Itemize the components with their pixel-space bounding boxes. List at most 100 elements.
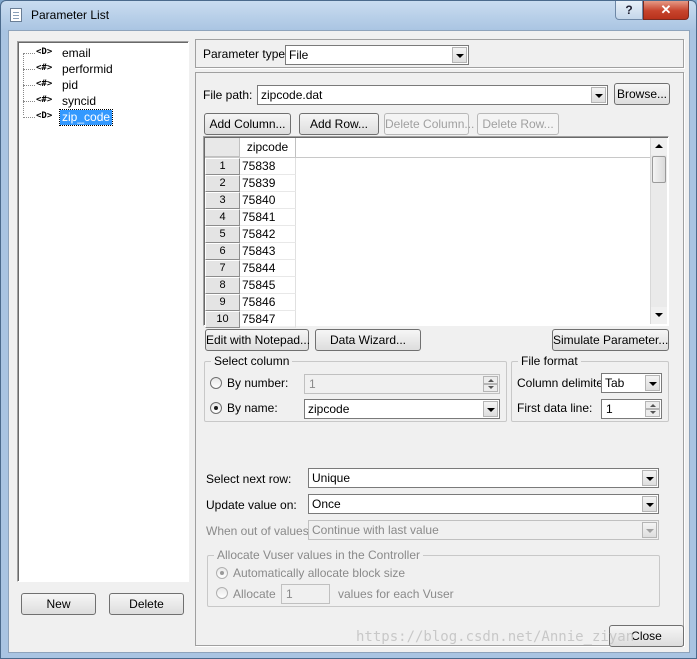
data-grid[interactable]: zipcode 1 75838 2 75839 3 75840 4 75841 5 75842 6 7… (203, 136, 669, 328)
allocate-count-input[interactable]: 1 (281, 584, 330, 604)
browse-button[interactable]: Browse... (614, 83, 670, 105)
row-header[interactable]: 5 (205, 226, 240, 243)
tree-item-label: performid (62, 62, 113, 76)
add-column-button[interactable]: Add Column... (204, 113, 291, 135)
spin-down-icon[interactable] (645, 409, 660, 417)
column-delimiter-label: Column delimiter: (517, 376, 611, 390)
by-number-label: By number: (227, 376, 289, 390)
row-header[interactable]: 4 (205, 209, 240, 226)
table-cell[interactable]: 75843 (240, 243, 296, 260)
add-row-button[interactable]: Add Row... (299, 113, 379, 135)
parameter-type-value: File (289, 48, 309, 62)
parameter-type-icon: <D> (36, 47, 53, 57)
data-wizard-button[interactable]: Data Wizard... (315, 329, 421, 351)
grid-corner[interactable] (205, 138, 240, 157)
tree-connector (23, 53, 35, 54)
select-next-row-select[interactable]: Unique (308, 468, 659, 488)
chevron-down-icon[interactable] (642, 522, 657, 538)
edit-with-notepad-button[interactable]: Edit with Notepad... (205, 329, 310, 351)
update-value-on-select[interactable]: Once (308, 494, 659, 514)
delete-button[interactable]: Delete (109, 593, 184, 615)
spin-up-icon[interactable] (483, 376, 498, 384)
file-path-value: zipcode.dat (261, 88, 323, 102)
row-header[interactable]: 9 (205, 294, 240, 311)
new-button[interactable]: New (21, 593, 96, 615)
delete-column-button[interactable]: Delete Column... (384, 113, 474, 135)
auto-allocate-label: Automatically allocate block size (233, 566, 406, 580)
by-number-radio[interactable] (210, 377, 222, 389)
table-cell[interactable]: 75839 (240, 175, 296, 192)
row-header[interactable]: 10 (205, 311, 240, 328)
parameter-type-select[interactable]: File (285, 45, 469, 65)
when-out-of-values-label: When out of values: (206, 524, 313, 538)
table-cell[interactable]: 75838 (240, 158, 296, 175)
tree-item-label: email (62, 46, 91, 60)
scroll-down-icon[interactable] (651, 307, 667, 324)
column-delimiter-value: Tab (605, 376, 625, 390)
row-header[interactable]: 8 (205, 277, 240, 294)
column-delimiter-select[interactable]: Tab (601, 373, 662, 393)
table-cell[interactable]: 75847 (240, 311, 296, 328)
parameter-type-icon: <#> (36, 63, 53, 73)
auto-allocate-radio[interactable] (216, 567, 228, 579)
dialog-body: <D> email <#> performid <#> pid <#> syncid <D> zi… (8, 30, 690, 653)
scroll-thumb[interactable] (652, 156, 666, 183)
parameter-type-icon: <#> (36, 79, 53, 89)
when-out-of-values-select[interactable]: Continue with last value (308, 520, 659, 540)
chevron-down-icon[interactable] (642, 470, 657, 486)
tree-connector (23, 69, 35, 70)
simulate-parameter-button[interactable]: Simulate Parameter... (552, 329, 669, 351)
allocate-vuser-title: Allocate Vuser values in the Controller (214, 548, 423, 562)
chevron-down-icon[interactable] (645, 375, 660, 391)
by-name-value: zipcode (308, 402, 350, 416)
tree-connector (23, 53, 24, 115)
select-next-row-value: Unique (312, 471, 351, 485)
tree-item-label: zip_code (58, 109, 114, 126)
grid-scrollbar[interactable] (650, 138, 667, 324)
parameter-type-label: Parameter type: (203, 47, 289, 61)
parameter-type-icon: <#> (36, 95, 53, 105)
row-header[interactable]: 6 (205, 243, 240, 260)
chevron-down-icon[interactable] (452, 47, 467, 63)
scroll-up-icon[interactable] (651, 138, 667, 155)
first-data-line-label: First data line: (517, 401, 593, 415)
tree-item-label: syncid (62, 94, 97, 108)
close-window-button[interactable]: ✕ (643, 1, 689, 20)
delete-row-button[interactable]: Delete Row... (477, 113, 559, 135)
first-data-line-value: 1 (606, 402, 613, 416)
chevron-down-icon[interactable] (483, 401, 498, 417)
column-header[interactable]: zipcode (240, 138, 296, 157)
row-header[interactable]: 1 (205, 158, 240, 175)
select-next-row-label: Select next row: (206, 472, 292, 486)
row-header[interactable]: 2 (205, 175, 240, 192)
update-value-on-label: Update value on: (206, 498, 297, 512)
row-header[interactable]: 3 (205, 192, 240, 209)
chevron-down-icon[interactable] (591, 87, 606, 103)
spin-down-icon[interactable] (483, 384, 498, 392)
allocate-label: Allocate (233, 587, 276, 601)
file-format-title: File format (518, 354, 581, 368)
update-value-on-value: Once (312, 497, 341, 511)
allocate-count-value: 1 (286, 587, 293, 601)
table-cell[interactable]: 75845 (240, 277, 296, 294)
chevron-down-icon[interactable] (642, 496, 657, 512)
table-cell[interactable]: 75846 (240, 294, 296, 311)
file-path-input[interactable]: zipcode.dat (257, 85, 608, 105)
by-number-spinner[interactable]: 1 (304, 374, 500, 394)
watermark-text: https://blog.csdn.net/Annie_ziyan (356, 629, 635, 645)
spin-up-icon[interactable] (645, 401, 660, 409)
parameter-list-window: Parameter List ? ✕ <D> email <#> performid <… (0, 0, 697, 659)
tree-connector (23, 85, 35, 86)
table-cell[interactable]: 75844 (240, 260, 296, 277)
help-button[interactable]: ? (615, 1, 643, 20)
table-cell[interactable]: 75842 (240, 226, 296, 243)
table-cell[interactable]: 75841 (240, 209, 296, 226)
table-cell[interactable]: 75840 (240, 192, 296, 209)
first-data-line-spinner[interactable]: 1 (601, 399, 662, 419)
by-name-select[interactable]: zipcode (304, 399, 500, 419)
allocate-radio[interactable] (216, 587, 228, 599)
when-out-of-values-value: Continue with last value (312, 523, 439, 537)
row-header[interactable]: 7 (205, 260, 240, 277)
by-name-radio[interactable] (210, 402, 222, 414)
tree-connector (23, 101, 35, 102)
